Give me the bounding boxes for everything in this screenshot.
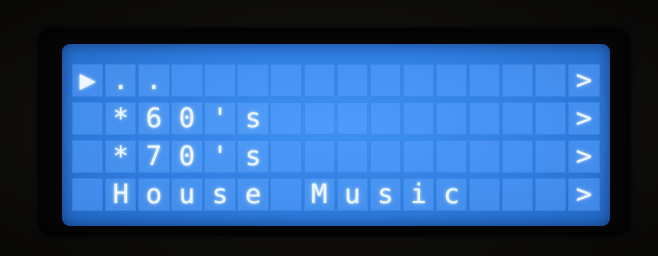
device-panel: ▶.. > * 6 0 ' s > * 7 0 ' s > Ho u s e Mu s i c >: [0, 0, 658, 256]
lcd-char-cell: [270, 102, 302, 135]
submenu-arrow-icon: >: [568, 178, 600, 211]
lcd-char-cell: [303, 102, 335, 135]
lcd-character-grid: ▶.. > * 6 0 ' s > * 7 0 ' s > Ho u s e Mu s i c >: [72, 64, 602, 212]
lcd-char-cell: [270, 64, 302, 97]
menu-label-char: s: [369, 178, 402, 211]
lcd-char-cell: [502, 140, 534, 173]
menu-row-70s[interactable]: * 7 0 ' s >: [72, 140, 602, 173]
lcd-char-cell: [435, 64, 468, 97]
lcd-char-cell: [435, 102, 468, 135]
lcd-char-cell: [204, 64, 236, 97]
lcd-char-cell: [171, 64, 203, 97]
lcd-char-cell: [435, 140, 468, 173]
lcd-char-cell: [336, 64, 369, 97]
lcd-char-cell: [502, 102, 534, 135]
menu-label-char: *: [105, 102, 137, 135]
menu-label-char: s: [237, 102, 269, 135]
lcd-char-cell: [303, 64, 335, 97]
lcd-char-cell: [535, 140, 567, 173]
lcd-char-cell: [303, 140, 335, 173]
lcd-char-cell: [502, 178, 534, 211]
menu-label-char: u: [336, 178, 369, 211]
lcd-char-cell: [468, 64, 501, 97]
lcd-char-cell: [468, 178, 501, 211]
menu-label-char: u: [171, 178, 203, 211]
menu-label-char: s: [204, 178, 236, 211]
menu-label-char: o: [138, 178, 170, 211]
lcd-screen: ▶.. > * 6 0 ' s > * 7 0 ' s > Ho u s e Mu s i c >: [62, 44, 610, 226]
lcd-char-cell: [468, 102, 501, 135]
lcd-char-cell: [336, 140, 369, 173]
menu-row-parent[interactable]: ▶.. >: [72, 64, 602, 97]
menu-label-char: *: [105, 140, 137, 173]
lcd-char-cell: [535, 64, 567, 97]
lcd-char-cell: [535, 102, 567, 135]
lcd-char-cell: [237, 64, 269, 97]
lcd-char-cell: [369, 140, 402, 173]
menu-label-char: c: [435, 178, 468, 211]
submenu-arrow-icon: >: [568, 140, 600, 173]
menu-row-house-music[interactable]: Ho u s e Mu s i c >: [72, 178, 602, 211]
menu-label-char: 0: [171, 102, 203, 135]
menu-label-char: i: [402, 178, 435, 211]
submenu-arrow-icon: >: [568, 102, 600, 135]
selection-cursor-icon: ▶: [72, 64, 104, 97]
menu-label-char: .: [138, 64, 170, 97]
menu-label-char: s: [237, 140, 269, 173]
menu-label-char: H: [105, 178, 137, 211]
menu-label-char: e: [237, 178, 269, 211]
menu-label-char: 7: [138, 140, 170, 173]
selection-cursor-icon: [72, 140, 104, 173]
lcd-char-cell: [468, 140, 501, 173]
lcd-char-cell: [402, 64, 435, 97]
submenu-arrow-icon: >: [568, 64, 600, 97]
lcd-char-cell: [270, 178, 302, 211]
lcd-char-cell: [502, 64, 534, 97]
selection-cursor-icon: [72, 102, 104, 135]
menu-label-char: .: [105, 64, 137, 97]
selection-cursor-icon: [72, 178, 104, 211]
lcd-char-cell: [535, 178, 567, 211]
menu-label-char: ': [204, 140, 236, 173]
menu-row-60s[interactable]: * 6 0 ' s >: [72, 102, 602, 135]
menu-label-char: 6: [138, 102, 170, 135]
lcd-char-cell: [336, 102, 369, 135]
menu-label-char: 0: [171, 140, 203, 173]
menu-label-char: M: [303, 178, 335, 211]
lcd-char-cell: [402, 140, 435, 173]
lcd-char-cell: [402, 102, 435, 135]
lcd-char-cell: [270, 140, 302, 173]
lcd-char-cell: [369, 64, 402, 97]
menu-label-char: ': [204, 102, 236, 135]
lcd-char-cell: [369, 102, 402, 135]
